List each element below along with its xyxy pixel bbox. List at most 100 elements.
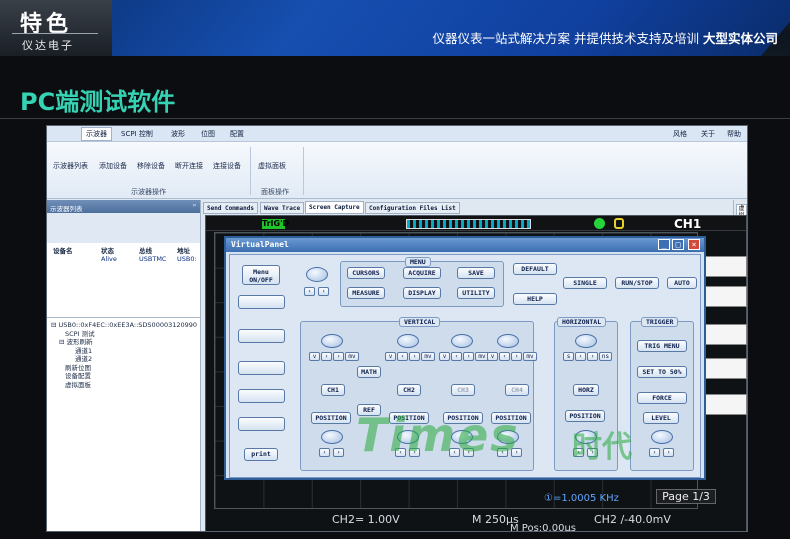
add-device-button[interactable]: 添加设备 [99,161,127,171]
tab-scpi[interactable]: SCPI 控制 [121,129,153,139]
horz-position-button[interactable]: POSITION [565,410,605,422]
softkey-button-1[interactable] [238,295,285,309]
ch1-right[interactable]: › [333,352,344,361]
ch1-position-button[interactable]: POSITION [311,412,351,424]
ch1-pos-right[interactable]: › [333,448,344,457]
time-left[interactable]: ‹ [575,352,586,361]
tree-item[interactable]: SCPI 测试 [51,330,196,339]
tab-screen-capture[interactable]: Screen Capture [305,201,364,214]
menu-style[interactable]: 风格 [673,129,687,139]
maximize-icon[interactable]: □ [672,239,684,250]
ch2-right[interactable]: › [409,352,420,361]
ch4-scale-knob[interactable] [497,334,519,348]
horz-button[interactable]: HORZ [573,384,599,396]
menu-knob[interactable] [306,267,328,282]
trig-status: TrIG'D [262,219,290,229]
ch1-scale-knob[interactable] [321,334,343,348]
force-button[interactable]: FORCE [637,392,687,404]
level-knob[interactable] [651,430,673,444]
menu-left-icon[interactable]: ‹ [304,287,315,296]
remove-device-button[interactable]: 移除设备 [137,161,165,171]
menu-group: MENU CURSORS ACQUIRE SAVE MEASURE DISPLA… [340,257,504,307]
scope-list-button[interactable]: 示波器列表 [53,161,88,171]
time-s[interactable]: s [563,352,574,361]
disconnect-button[interactable]: 断开连接 [175,161,203,171]
ch4-mv[interactable]: mv [523,352,537,361]
tree-item[interactable]: 通道2 [51,355,196,364]
row-bus[interactable]: USBTMC [139,255,166,263]
tree-item[interactable]: 虚拟面板 [51,381,196,390]
ch1-mv[interactable]: mv [345,352,359,361]
time-ns[interactable]: ns [599,352,612,361]
tab-wave-trace[interactable]: Wave Trace [260,202,305,214]
set-to-50-button[interactable]: SET TO 50% [637,366,687,378]
ch2-left[interactable]: ‹ [397,352,408,361]
default-button[interactable]: DEFAULT [513,263,557,275]
cursors-button[interactable]: CURSORS [347,267,385,279]
level-left[interactable]: ‹ [649,448,660,457]
menu-onoff-button[interactable]: Menu ON/OFF [242,265,280,285]
close-icon[interactable]: × [688,239,700,250]
ch4-button[interactable]: CH4 [505,384,529,396]
tab-send-commands[interactable]: Send Commands [203,202,258,214]
tree-item-label: 通道1 [75,346,93,355]
utility-button[interactable]: UTILITY [457,287,495,299]
menu-help[interactable]: 帮助 [727,129,741,139]
math-button[interactable]: MATH [357,366,381,378]
auto-button[interactable]: AUTO [667,277,697,289]
level-right[interactable]: › [663,448,674,457]
ch2-volt-down[interactable]: v [385,352,396,361]
tree-item[interactable]: 设备配置 [51,372,196,381]
tab-config-files[interactable]: Configuration Files List [365,202,460,214]
level-button[interactable]: LEVEL [643,412,679,424]
ch1-pos-left[interactable]: ‹ [319,448,330,457]
time-right[interactable]: › [587,352,598,361]
save-button[interactable]: SAVE [457,267,495,279]
pin-icon[interactable]: ᵖ [193,202,196,210]
ch3-right[interactable]: › [463,352,474,361]
trig-menu-button[interactable]: TRIG MENU [637,340,687,352]
ch1-position-knob[interactable] [321,430,343,444]
softkey-button-3[interactable] [238,361,285,375]
ch3-button[interactable]: CH3 [451,384,475,396]
ch1-button[interactable]: CH1 [321,384,345,396]
acquire-button[interactable]: ACQUIRE [403,267,441,279]
softkey-button-5[interactable] [238,417,285,431]
ch2-button[interactable]: CH2 [397,384,421,396]
tree-item[interactable]: 刷新位图 [51,364,196,373]
single-button[interactable]: SINGLE [563,277,607,289]
tree-item-label: 波形刷新 [66,338,93,346]
tab-waveform[interactable]: 波形 [171,129,185,139]
ch2-scale-knob[interactable] [397,334,419,348]
menu-about[interactable]: 关于 [701,129,715,139]
ch1-volt-down[interactable]: v [309,352,320,361]
ch3-volt-down[interactable]: v [439,352,450,361]
ch2-mv[interactable]: mv [421,352,435,361]
tree-item[interactable]: 通道1 [51,347,196,356]
tab-bitmap[interactable]: 位图 [201,129,215,139]
connect-device-button[interactable]: 连接设备 [213,161,241,171]
display-button[interactable]: DISPLAY [403,287,441,299]
help-button[interactable]: HELP [513,293,557,305]
timebase-knob[interactable] [575,334,597,348]
tree-item[interactable]: ⊟ 波形刷新 [51,338,196,347]
tab-config[interactable]: 配置 [230,129,244,139]
ch4-left[interactable]: ‹ [499,352,510,361]
tab-oscilloscope[interactable]: 示波器 [81,127,112,141]
row-status[interactable]: Alive [101,255,117,263]
virtual-panel-button[interactable]: 虚拟面板 [258,161,286,171]
tree-item-device[interactable]: ⊟ USB0::0xF4EC::0xEE3A::SDS00003120990 [51,321,197,330]
minimize-icon[interactable]: _ [658,239,670,250]
ch4-volt-down[interactable]: v [487,352,498,361]
ch1-left[interactable]: ‹ [321,352,332,361]
softkey-button-2[interactable] [238,329,285,343]
row-address[interactable]: USB0: [177,255,197,263]
print-button[interactable]: print [244,448,278,461]
ch3-left[interactable]: ‹ [451,352,462,361]
ch4-right[interactable]: › [511,352,522,361]
run-stop-button[interactable]: RUN/STOP [615,277,659,289]
ch3-scale-knob[interactable] [451,334,473,348]
menu-right-icon[interactable]: › [318,287,329,296]
measure-button[interactable]: MEASURE [347,287,385,299]
softkey-button-4[interactable] [238,389,285,403]
